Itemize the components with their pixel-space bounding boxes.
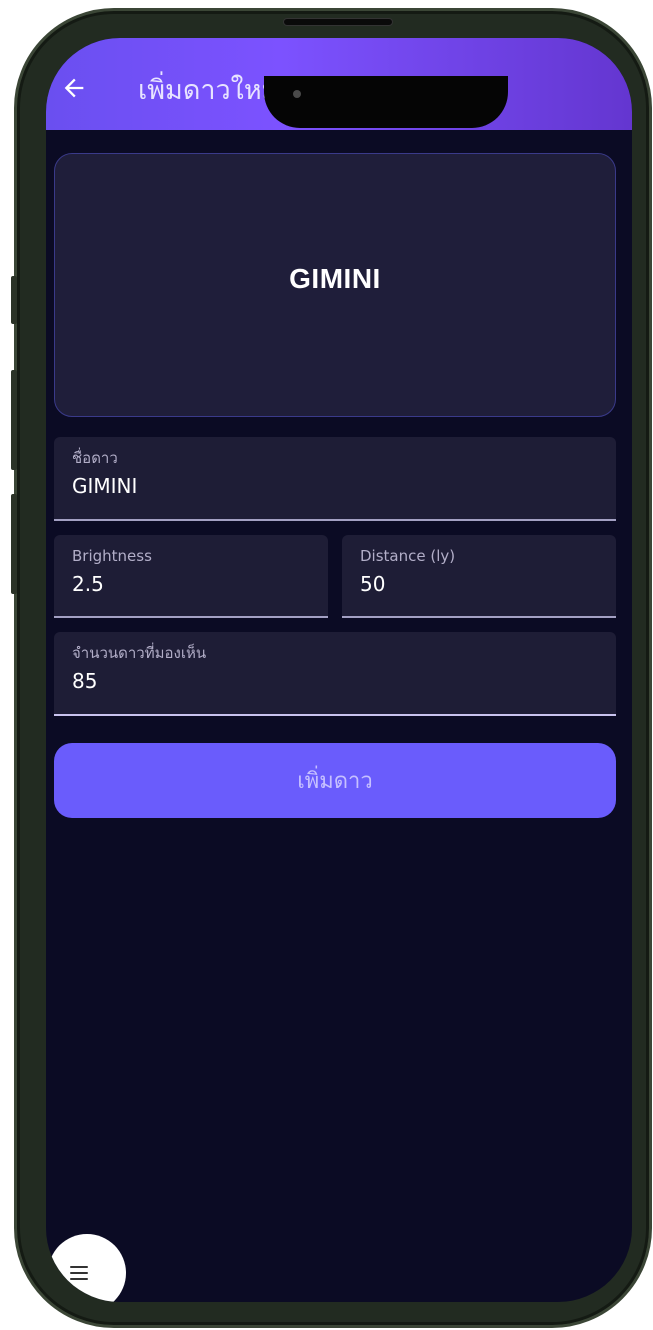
distance-value[interactable]: 50 xyxy=(360,571,385,597)
preview-star-name: GIMINI xyxy=(289,263,381,294)
page-title: เพิ่มดาวใหม่ xyxy=(138,75,280,106)
brightness-field[interactable]: Brightness 2.5 xyxy=(54,535,328,618)
arrow-left-icon[interactable] xyxy=(60,74,88,102)
app-screen: เพิ่มดาวใหม่ GIMINI ชื่อดาว GIMINI Brigh… xyxy=(46,38,632,1302)
camera-notch xyxy=(264,76,508,128)
distance-field[interactable]: Distance (ly) 50 xyxy=(342,535,616,618)
brightness-label: Brightness xyxy=(72,547,152,565)
visible-stars-value[interactable]: 85 xyxy=(72,668,97,694)
add-star-label: เพิ่มดาว xyxy=(297,769,373,794)
speaker-grill xyxy=(283,18,393,26)
visible-stars-label: จำนวนดาวที่มองเห็น xyxy=(72,644,207,662)
star-preview-card: GIMINI xyxy=(54,153,616,417)
hamburger-menu-icon xyxy=(70,1266,88,1280)
volume-up-button xyxy=(11,370,17,470)
brightness-value[interactable]: 2.5 xyxy=(72,571,104,597)
volume-down-button xyxy=(11,494,17,594)
star-name-value[interactable]: GIMINI xyxy=(72,473,137,499)
star-name-field[interactable]: ชื่อดาว GIMINI xyxy=(54,437,616,521)
add-star-button[interactable]: เพิ่มดาว xyxy=(54,743,616,818)
menu-button[interactable] xyxy=(48,1234,126,1302)
distance-label: Distance (ly) xyxy=(360,547,456,565)
front-camera xyxy=(293,90,301,98)
mute-switch xyxy=(11,276,17,324)
star-name-label: ชื่อดาว xyxy=(72,449,118,467)
visible-stars-field[interactable]: จำนวนดาวที่มองเห็น 85 xyxy=(54,632,616,716)
